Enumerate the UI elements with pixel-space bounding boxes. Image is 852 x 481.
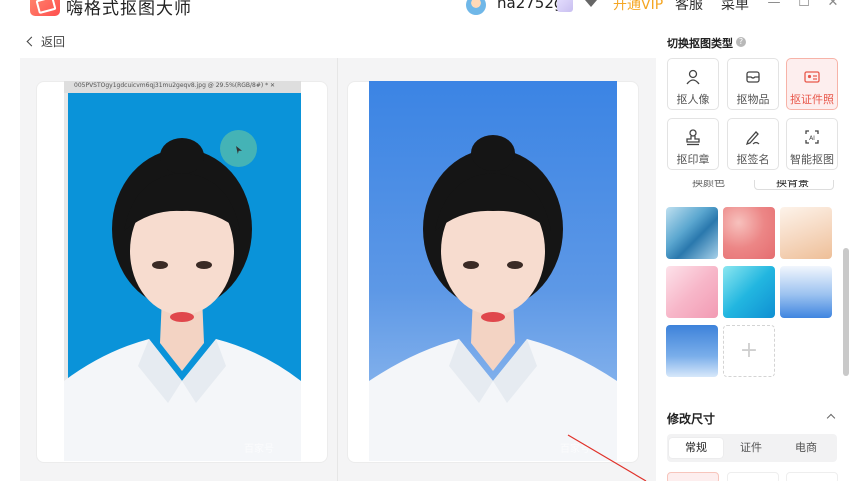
maximize-button[interactable]: ☐	[797, 0, 811, 10]
signature-pen-icon	[745, 131, 760, 146]
back-label: 返回	[41, 35, 66, 49]
back-button[interactable]: 返回	[26, 33, 66, 50]
type-button-id-photo[interactable]: 抠证件照	[786, 58, 838, 110]
vip-gem-icon	[557, 0, 573, 12]
app-title: 嗨格式抠图大师	[66, 0, 192, 19]
tab-change-background[interactable]: 换背景	[776, 180, 809, 190]
size-option[interactable]	[786, 472, 838, 481]
original-photo[interactable]: 005PVSTOgy1gdcuicvm6qj31mu2geqv8.jpg @ 2…	[64, 81, 301, 461]
stamp-icon	[686, 129, 700, 146]
size-tabs: 常规 证件 电商	[667, 434, 837, 462]
add-background-button[interactable]: +	[723, 325, 775, 377]
background-swatch[interactable]	[780, 207, 832, 259]
portrait-figure-result	[369, 135, 617, 461]
type-button-label: 抠签名	[736, 153, 770, 166]
type-button-label: 抠证件照	[790, 93, 834, 106]
panel-scrollbar[interactable]	[843, 248, 849, 376]
type-button-stamp[interactable]: 抠印章	[667, 118, 719, 170]
result-photo[interactable]	[369, 81, 617, 461]
background-swatch[interactable]	[666, 266, 718, 318]
username[interactable]: na2752g	[497, 0, 563, 12]
tab-change-color[interactable]: 换颜色	[692, 180, 725, 190]
type-button-label: 抠人像	[676, 93, 710, 106]
size-option[interactable]	[667, 472, 719, 481]
type-button-portrait[interactable]: 抠人像	[667, 58, 719, 110]
chevron-left-icon	[26, 36, 37, 47]
plus-icon: +	[739, 338, 759, 363]
background-swatch[interactable]	[723, 266, 775, 318]
workspace-divider	[337, 58, 338, 481]
cursor-highlight-icon	[220, 130, 257, 167]
size-option[interactable]	[727, 472, 779, 481]
help-icon[interactable]: ?	[736, 37, 746, 47]
menu-button[interactable]: 菜单	[721, 0, 749, 14]
type-button-label: 抠印章	[676, 153, 710, 166]
background-swatch[interactable]	[666, 207, 718, 259]
tab-size-regular[interactable]: 常规	[669, 438, 723, 458]
app-window: 嗨格式抠图大师 na2752g 开通VIP 客服 菜单 — ☐ ✕ 返回 005…	[0, 0, 852, 481]
background-swatch[interactable]	[780, 266, 832, 318]
background-tabs: 换颜色 换背景	[666, 180, 838, 192]
person-icon	[686, 69, 700, 85]
switch-type-title: 切换抠图类型	[667, 37, 733, 50]
minimize-button[interactable]: —	[767, 0, 781, 10]
ai-cutout-icon: AI	[805, 130, 819, 144]
customer-service-button[interactable]: 客服	[675, 0, 703, 14]
user-avatar[interactable]	[466, 0, 486, 15]
id-card-icon	[804, 71, 820, 83]
background-swatch[interactable]	[723, 207, 775, 259]
close-button[interactable]: ✕	[826, 0, 840, 10]
svg-text:AI: AI	[809, 135, 815, 142]
type-button-label: 智能抠图	[790, 153, 834, 166]
type-button-label: 抠物品	[736, 93, 770, 106]
type-button-signature[interactable]: 抠签名	[727, 118, 779, 170]
resize-title: 修改尺寸	[667, 412, 716, 426]
type-button-object[interactable]: 抠物品	[727, 58, 779, 110]
background-swatch[interactable]	[666, 325, 718, 377]
tab-size-ecommerce[interactable]: 电商	[779, 438, 833, 458]
tab-size-id[interactable]: 证件	[724, 438, 778, 458]
annotation-arrow-icon	[567, 434, 647, 481]
watermark-left: 百家号	[244, 444, 274, 455]
user-dropdown-caret-icon[interactable]	[585, 0, 597, 7]
title-bar: 嗨格式抠图大师 na2752g 开通VIP 客服 菜单 — ☐ ✕	[0, 0, 852, 19]
type-button-smart[interactable]: AI 智能抠图	[786, 118, 838, 170]
box-icon	[746, 71, 760, 83]
open-vip-button[interactable]: 开通VIP	[613, 0, 663, 14]
portrait-figure	[64, 138, 301, 461]
app-logo-icon	[30, 0, 60, 16]
